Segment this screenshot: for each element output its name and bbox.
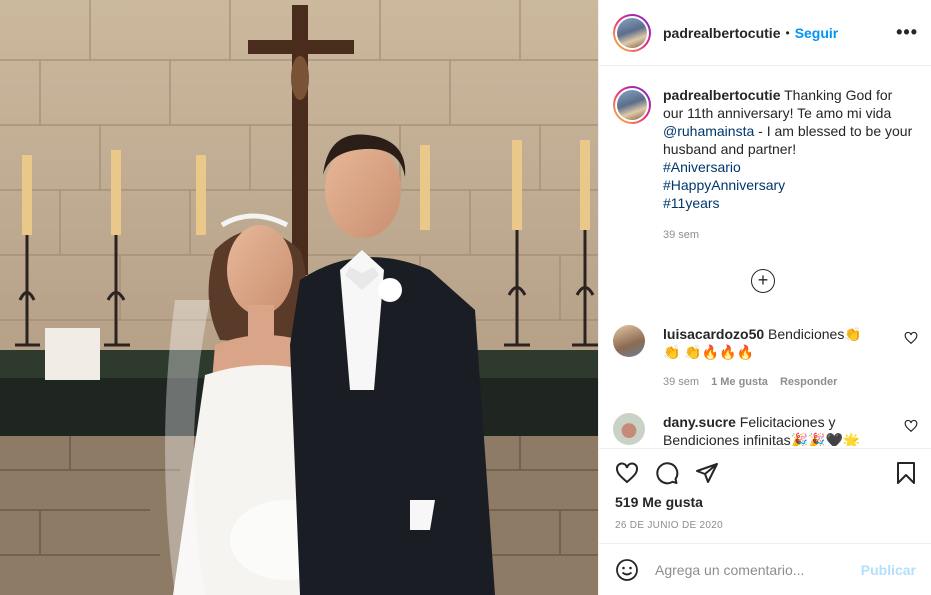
wedding-photo-illustration xyxy=(0,0,598,595)
caption-text: padrealbertocutie Thanking God for our 1… xyxy=(663,86,913,244)
like-heart-icon[interactable] xyxy=(615,461,639,485)
comment-meta: 39 sem 1 Me gusta Responder xyxy=(663,373,878,391)
instagram-post: padrealbertocutie • Seguir ••• padrealbe… xyxy=(0,0,931,595)
save-bookmark-icon[interactable] xyxy=(894,461,918,485)
commenter-username[interactable]: dany.sucre xyxy=(663,414,736,430)
separator-dot: • xyxy=(785,25,790,40)
reply-button[interactable]: Responder xyxy=(780,373,837,391)
caption-time[interactable]: 39 sem xyxy=(663,226,913,244)
caption-username[interactable]: padrealbertocutie xyxy=(663,87,780,103)
author-avatar[interactable] xyxy=(613,13,651,52)
caption-avatar[interactable] xyxy=(613,86,651,124)
avatar-image xyxy=(617,90,647,120)
hashtag-link[interactable]: #11years xyxy=(663,194,913,212)
hashtag-link[interactable]: #Aniversario xyxy=(663,158,913,176)
publish-button[interactable]: Publicar xyxy=(861,562,916,578)
emoji-icon[interactable] xyxy=(615,558,639,582)
commenter-avatar[interactable] xyxy=(613,325,645,357)
commenter-avatar[interactable] xyxy=(613,413,645,445)
comment-like-heart-icon[interactable] xyxy=(904,331,918,345)
commenter-username[interactable]: luisacardozo50 xyxy=(663,326,764,342)
post-caption: padrealbertocutie Thanking God for our 1… xyxy=(613,86,918,244)
follow-button[interactable]: Seguir xyxy=(795,25,839,41)
post-header: padrealbertocutie • Seguir ••• xyxy=(599,0,931,66)
load-more-comments-icon[interactable]: + xyxy=(751,269,775,293)
comment-bubble-icon[interactable] xyxy=(655,461,679,485)
comment-item: luisacardozo50 Bendiciones👏👏 👏🔥🔥🔥 39 sem… xyxy=(613,325,918,391)
post-date[interactable]: 26 DE JUNIO DE 2020 xyxy=(615,520,723,531)
share-paper-plane-icon[interactable] xyxy=(695,461,719,485)
comment-likes[interactable]: 1 Me gusta xyxy=(711,373,768,391)
caption-mention[interactable]: @ruhamainsta xyxy=(663,123,754,139)
add-comment-bar: Publicar xyxy=(599,543,931,595)
likes-count[interactable]: 519 Me gusta xyxy=(615,494,703,510)
comment-like-heart-icon[interactable] xyxy=(904,419,918,433)
post-photo[interactable] xyxy=(0,0,598,595)
author-username[interactable]: padrealbertocutie xyxy=(663,25,780,41)
hashtag-link[interactable]: #HappyAnniversary xyxy=(663,176,913,194)
comment-input[interactable] xyxy=(655,561,845,578)
comment-time[interactable]: 39 sem xyxy=(663,373,699,391)
more-options-icon[interactable]: ••• xyxy=(896,22,918,43)
post-actions: 519 Me gusta 26 DE JUNIO DE 2020 xyxy=(599,448,931,543)
avatar-image xyxy=(617,17,647,48)
comment-item: dany.sucre Felicitaciones y Bendiciones … xyxy=(613,413,918,446)
post-sidebar: padrealbertocutie • Seguir ••• padrealbe… xyxy=(598,0,931,595)
